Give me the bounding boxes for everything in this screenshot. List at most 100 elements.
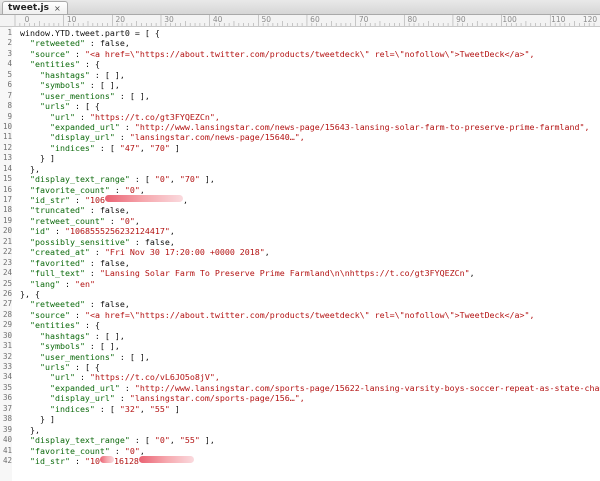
json-key: "favorited" bbox=[20, 257, 85, 268]
code-line: 38 } ] bbox=[0, 414, 600, 424]
line-number: 25 bbox=[2, 278, 12, 288]
code-text: : [ ], bbox=[84, 341, 120, 352]
line-number: 27 bbox=[2, 299, 12, 309]
json-key: "retweeted" bbox=[20, 299, 85, 310]
json-string: "https://t.co/vL6JO5o8jV", bbox=[89, 372, 220, 383]
json-key: "full_text" bbox=[20, 268, 85, 279]
code-line: 12 "indices" : [ "47", "70" ] bbox=[0, 143, 600, 153]
code-text: , bbox=[169, 174, 180, 185]
json-key: "display_url" bbox=[20, 393, 115, 404]
line-number: 16 bbox=[2, 184, 12, 194]
tab-title: tweet.js bbox=[8, 2, 49, 13]
code-text: : bbox=[104, 215, 120, 226]
code-text: : [ ], bbox=[114, 351, 150, 362]
code-line: 24 "full_text" : "Lansing Solar Farm To … bbox=[0, 268, 600, 278]
line-number: 18 bbox=[2, 205, 12, 215]
line-number: 42 bbox=[2, 455, 12, 465]
code-text: , bbox=[139, 142, 150, 153]
redaction-mark bbox=[99, 455, 114, 463]
json-key: "lang" bbox=[20, 278, 60, 289]
line-number: 23 bbox=[2, 257, 12, 267]
line-number: 29 bbox=[2, 320, 12, 330]
json-key: "hashtags" bbox=[20, 69, 90, 80]
line-number: 7 bbox=[7, 90, 12, 100]
code-line: 35 "expanded_url" : "http://www.lansings… bbox=[0, 383, 600, 393]
code-text: : bbox=[129, 236, 145, 247]
json-string: "<a href=\"https://about.twitter.com/pro… bbox=[84, 48, 535, 59]
code-line: 16 "favorite_count" : "0", bbox=[0, 185, 600, 195]
ruler-label: 40 bbox=[212, 15, 223, 24]
line-number: 34 bbox=[2, 372, 12, 382]
json-string: "55" bbox=[179, 435, 200, 446]
json-string: "0" bbox=[124, 184, 140, 195]
json-key: "retweeted" bbox=[20, 38, 85, 49]
code-text: : [ ], bbox=[89, 330, 125, 341]
line-number: 19 bbox=[2, 215, 12, 225]
code-text: , bbox=[169, 226, 175, 237]
code-text: , bbox=[182, 195, 188, 205]
json-string: "0" bbox=[154, 174, 170, 185]
line-number: 24 bbox=[2, 268, 12, 278]
json-string: "70" bbox=[179, 174, 200, 185]
json-key: "symbols" bbox=[20, 80, 85, 91]
line-number: 8 bbox=[7, 101, 12, 111]
json-key: "favorite_count" bbox=[20, 184, 110, 195]
code-line: 41 "favorite_count" : "0", bbox=[0, 446, 600, 456]
line-number: 5 bbox=[7, 69, 12, 79]
code-line: 29 "entities" : { bbox=[0, 320, 600, 330]
code-text: false, bbox=[99, 38, 130, 49]
json-string: "http://www.lansingstar.com/sports-page/… bbox=[134, 382, 600, 393]
code-line: 6 "symbols" : [ ], bbox=[0, 80, 600, 90]
code-text: : bbox=[119, 382, 135, 393]
code-text: : bbox=[89, 247, 105, 258]
line-number: 31 bbox=[2, 341, 12, 351]
code-line: 33 "urls" : [ { bbox=[0, 362, 600, 372]
code-text: }, { bbox=[20, 288, 40, 299]
tab-tweet-js[interactable]: tweet.js × bbox=[2, 1, 68, 14]
code-line: 37 "indices" : [ "32", "55" ] bbox=[0, 404, 600, 414]
ruler-label: 80 bbox=[407, 15, 418, 24]
line-number: 9 bbox=[7, 111, 12, 121]
json-string: "0" bbox=[124, 445, 140, 456]
code-text: : [ ], bbox=[84, 80, 120, 91]
code-text: : [ bbox=[129, 174, 155, 185]
line-number: 15 bbox=[2, 174, 12, 184]
ruler-label: 120 bbox=[582, 15, 598, 24]
close-icon[interactable]: × bbox=[54, 2, 61, 15]
code-text: : [ ], bbox=[89, 69, 125, 80]
json-key: "display_url" bbox=[20, 132, 115, 143]
code-text: , bbox=[469, 268, 475, 279]
line-number: 36 bbox=[2, 393, 12, 403]
code-text: , bbox=[139, 445, 145, 456]
code-text: : bbox=[84, 257, 100, 268]
code-line: 25 "lang" : "en" bbox=[0, 279, 600, 289]
json-key: "source" bbox=[20, 309, 70, 320]
code-line: 27 "retweeted" : false, bbox=[0, 299, 600, 309]
tab-bar: tweet.js × bbox=[0, 0, 600, 15]
code-text: : bbox=[109, 184, 125, 195]
line-number: 14 bbox=[2, 163, 12, 173]
code-editor[interactable]: 1 window.YTD.tweet.part0 = [ {2 "retweet… bbox=[0, 28, 600, 466]
code-text: } ] bbox=[20, 414, 55, 425]
code-text: window.YTD.tweet.part0 = [ { bbox=[20, 28, 160, 38]
code-line: 3 "source" : "<a href=\"https://about.tw… bbox=[0, 49, 600, 59]
line-number: 6 bbox=[7, 80, 12, 90]
code-line: 15 "display_text_range" : [ "0", "70" ], bbox=[0, 174, 600, 184]
json-key: "expanded_url" bbox=[20, 382, 120, 393]
json-key: "display_text_range" bbox=[20, 174, 130, 185]
code-text: , bbox=[134, 215, 140, 226]
code-text: , bbox=[169, 435, 180, 446]
code-text: ] bbox=[169, 142, 180, 153]
line-number: 39 bbox=[2, 424, 12, 434]
line-number: 33 bbox=[2, 362, 12, 371]
ruler-label: 30 bbox=[164, 15, 174, 24]
line-number: 28 bbox=[2, 309, 12, 319]
code-text: , bbox=[139, 403, 150, 414]
code-text: ], bbox=[199, 435, 215, 446]
code-text: : [ bbox=[94, 142, 120, 153]
code-text: ] bbox=[169, 403, 180, 414]
line-number: 17 bbox=[2, 195, 12, 204]
code-text: : [ { bbox=[69, 101, 100, 112]
json-key: "user_mentions" bbox=[20, 90, 115, 101]
code-line: 7 "user_mentions" : [ ], bbox=[0, 91, 600, 101]
